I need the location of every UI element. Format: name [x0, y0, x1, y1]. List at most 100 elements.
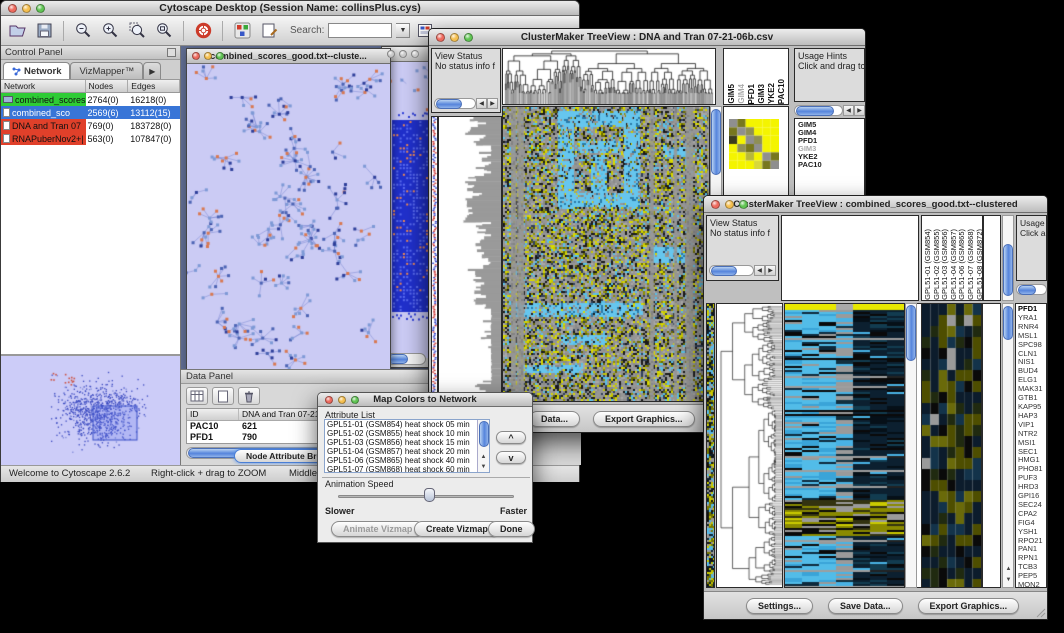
attribute-list[interactable]: GPL51-01 (GSM854) heat shock 05 minGPL51… — [324, 419, 490, 473]
column-dendrogram-empty[interactable] — [781, 215, 919, 301]
done-button[interactable]: Done — [488, 521, 535, 537]
minimize-icon[interactable] — [22, 4, 31, 13]
move-up-button[interactable]: ^ — [496, 431, 526, 444]
zoom-window-icon[interactable] — [36, 4, 45, 13]
attribute-list-item[interactable]: GPL51-04 (GSM857) heat shock 20 min — [325, 447, 489, 456]
close-icon[interactable] — [325, 396, 333, 404]
column-label[interactable]: GPL51-02 (GSM855) — [932, 229, 941, 300]
network-overview-thumbnail[interactable] — [1, 355, 180, 465]
column-label[interactable]: GPL51-07 (GSM868) — [966, 229, 975, 300]
move-down-button[interactable]: v — [496, 451, 526, 464]
column-label[interactable]: GPL51-01 (GSM854) — [923, 229, 932, 300]
close-icon[interactable] — [711, 200, 720, 209]
treeview2-action-button[interactable]: Save Data... — [828, 598, 903, 614]
search-input[interactable] — [328, 23, 392, 38]
table-icon[interactable] — [186, 387, 208, 405]
treeview1-action-button[interactable]: Export Graphics... — [593, 411, 695, 427]
zoom-selected-icon[interactable] — [125, 19, 149, 43]
column-label[interactable]: PAC10 — [777, 79, 787, 104]
column-label[interactable]: GIM5 — [727, 84, 737, 104]
zoom-window-icon[interactable] — [739, 200, 748, 209]
minimize-icon[interactable] — [204, 52, 212, 60]
gene-label[interactable]: MON2 — [1018, 581, 1046, 588]
treeview2-action-button[interactable]: Settings... — [746, 598, 813, 614]
network-table-header[interactable]: Network Nodes Edges — [1, 80, 180, 93]
column-label[interactable]: GPL51-06 (GSM865) — [957, 229, 966, 300]
create-vizmap-button[interactable]: Create Vizmap — [414, 521, 500, 537]
close-icon[interactable] — [387, 50, 395, 58]
network1-title-bar[interactable]: combined_scores_good.txt--cluste... — [187, 49, 390, 64]
attribute-list-item[interactable]: GPL51-03 (GSM856) heat shock 15 min — [325, 438, 489, 447]
minimize-icon[interactable] — [725, 200, 734, 209]
animate-vizmap-button[interactable]: Animate Vizmap — [331, 521, 424, 537]
gene-label[interactable]: PAC10 — [798, 161, 864, 169]
attribute-list-item[interactable]: GPL51-02 (GSM855) heat shock 10 min — [325, 429, 489, 438]
tab-network[interactable]: Network — [3, 62, 70, 79]
network-list-row[interactable]: DNA and Tran 07 769(0) 183728(0) — [1, 119, 180, 132]
tab-vizmapper[interactable]: VizMapper™ — [70, 62, 143, 79]
search-dropdown-icon[interactable]: ▼ — [396, 23, 410, 38]
speed-slider-thumb[interactable] — [424, 488, 435, 502]
vizmapper-icon[interactable] — [230, 19, 254, 43]
view-status-scrollbar[interactable]: ◀▶ — [434, 97, 498, 110]
treeview1-action-button[interactable]: Data... — [529, 411, 580, 427]
main-title-bar[interactable]: Cytoscape Desktop (Session Name: collins… — [1, 1, 579, 16]
page-icon[interactable] — [212, 387, 234, 405]
attribute-list-item[interactable]: GPL51-06 (GSM865) heat shock 40 min — [325, 456, 489, 465]
tab-overflow-icon[interactable]: ▶ — [143, 62, 161, 79]
zoom-heatmap[interactable] — [921, 303, 982, 588]
treeview2-action-button[interactable]: Export Graphics... — [918, 598, 1020, 614]
zoom-fit-icon[interactable] — [152, 19, 176, 43]
network-list-row[interactable]: combined_sco 2569(6) 13112(15) — [1, 106, 180, 119]
column-label[interactable]: PFD1 — [747, 84, 757, 104]
zoom-in-icon[interactable] — [98, 19, 122, 43]
column-label[interactable]: GIM4 — [737, 84, 747, 104]
view-status-scrollbar[interactable]: ◀▶ — [709, 264, 776, 277]
heatmap-main[interactable] — [784, 303, 905, 588]
global-pixel-strip[interactable] — [431, 116, 438, 402]
row-dendrogram[interactable] — [438, 116, 502, 402]
network-list-row[interactable]: combined_scores 2764(0) 16218(0) — [1, 93, 180, 106]
usage-hints-scrollbar[interactable] — [1016, 283, 1047, 296]
network-list-row[interactable]: RNAPuberNov2+| 563(0) 107847(0) — [1, 132, 180, 145]
zoom-window-icon[interactable] — [351, 396, 359, 404]
network2-hscrollbar[interactable] — [386, 353, 426, 365]
attribute-list-item[interactable]: GPL51-01 (GSM854) heat shock 05 min — [325, 420, 489, 429]
minimize-icon[interactable] — [399, 50, 407, 58]
trash-icon[interactable] — [238, 387, 260, 405]
header-vscrollbar[interactable] — [1002, 215, 1014, 301]
zoom-out-icon[interactable] — [71, 19, 95, 43]
column-dendrogram[interactable] — [502, 48, 716, 105]
open-icon[interactable] — [5, 19, 29, 43]
help-icon[interactable] — [191, 19, 215, 43]
close-icon[interactable] — [436, 33, 445, 42]
treeview1-title-bar[interactable]: ClusterMaker TreeView : DNA and Tran 07-… — [429, 29, 865, 46]
treeview2-title-bar[interactable]: ClusterMaker TreeView : combined_scores_… — [704, 196, 1047, 213]
global-pixel-strip[interactable] — [706, 303, 715, 588]
close-icon[interactable] — [8, 4, 17, 13]
column-label[interactable]: YKE2 — [767, 83, 777, 104]
row-dendrogram[interactable] — [716, 303, 783, 588]
column-label[interactable]: GPL51-03 (GSM856) — [940, 229, 949, 300]
genelist-vscrollbar[interactable]: ▲ ▼ — [1002, 303, 1014, 588]
heatmap-main[interactable] — [502, 106, 710, 402]
close-icon[interactable] — [192, 52, 200, 60]
minimize-icon[interactable] — [338, 396, 346, 404]
usage-hints-scrollbar[interactable]: ◀▶ — [794, 104, 865, 117]
column-label[interactable]: GPL51-08 (GSM872) — [975, 229, 983, 300]
float-panel-icon[interactable] — [167, 48, 176, 57]
heatmap-vscrollbar[interactable] — [905, 303, 917, 588]
zoom-window-icon[interactable] — [411, 50, 419, 58]
save-icon[interactable] — [32, 19, 56, 43]
zoom-heatmap[interactable] — [729, 119, 779, 169]
attribute-list-item[interactable]: GPL51-07 (GSM868) heat shock 60 min — [325, 465, 489, 473]
attribute-list-scrollbar[interactable]: ▲ ▼ — [477, 420, 489, 472]
resize-grip-icon[interactable] — [1034, 606, 1046, 618]
minimize-icon[interactable] — [450, 33, 459, 42]
column-label[interactable]: GIM3 — [757, 84, 767, 104]
network1-canvas[interactable] — [187, 64, 390, 369]
zoom-window-icon[interactable] — [464, 33, 473, 42]
dialog-title-bar[interactable]: Map Colors to Network — [318, 393, 532, 407]
annotation-icon[interactable] — [257, 19, 281, 43]
zoom-window-icon[interactable] — [216, 52, 224, 60]
